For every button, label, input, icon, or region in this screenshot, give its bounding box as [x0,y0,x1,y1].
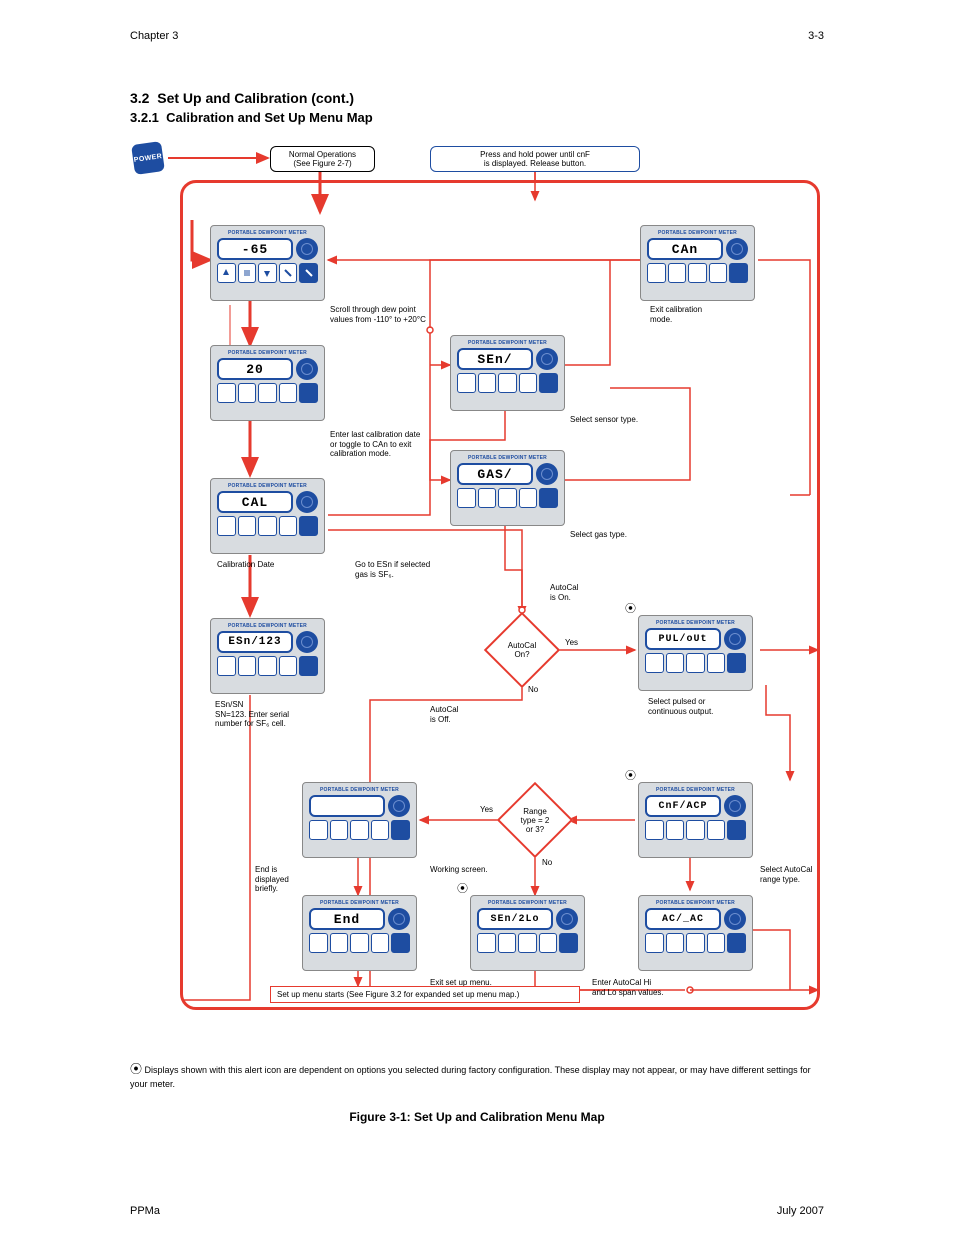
hold-power-box: Press and hold power until cnF is displa… [430,146,640,172]
device-value-20: PORTABLE DEWPOINT METER 20 [210,345,325,421]
device-dewpoint-display: PORTABLE DEWPOINT METER -65 [210,225,325,301]
alert-icon: ⦿ [625,767,636,783]
dial-icon [388,908,410,930]
footer-left: PPMa [130,1205,160,1217]
dial-icon [296,491,318,513]
device-can: PORTABLE DEWPOINT METER CAn [640,225,755,301]
lcd: ESn/123 [217,631,293,653]
device-esn: PORTABLE DEWPOINT METER ESn/123 [210,618,325,694]
device-sen-2lo: PORTABLE DEWPOINT METER SEn/2Lo [470,895,585,971]
power-button[interactable]: POWER [131,141,165,175]
dial-icon [726,238,748,260]
diagram-canvas: POWER Normal Operations (See Figure 2-7)… [130,140,825,1040]
label-exit-cal: Exit calibration mode. [650,305,702,324]
label-go-esn: Go to ESn if selected gas is SF₆. [355,560,430,579]
dial-icon [724,628,746,650]
label-last-cal: Enter last calibration date or toggle to… [330,430,420,459]
lcd: GAS/ [457,463,533,485]
lcd: -65 [217,238,293,260]
alert-icon: ⦿ [130,1062,142,1076]
label-esn-sn: ESn/SN SN=123. Enter serial number for S… [215,700,289,729]
dial-icon [724,908,746,930]
page-number-top: 3-3 [808,30,824,42]
label-cal-date: Calibration Date [217,560,274,570]
figure-caption: Figure 3-1: Set Up and Calibration Menu … [0,1110,954,1124]
lcd: CAL [217,491,293,513]
meter-button[interactable] [217,263,236,283]
chapter-label: Chapter 3 [130,30,178,42]
footnote: ⦿ Displays shown with this alert icon ar… [130,1060,820,1092]
dial-icon [296,358,318,380]
lcd: AC/_AC [645,908,721,930]
label-select-gas: Select gas type. [570,530,627,540]
label-yes-2: Yes [480,805,493,815]
dial-icon [724,795,746,817]
meter-button[interactable] [279,263,298,283]
label-select-range: Select AutoCal range type. [760,865,812,884]
subsection-title: 3.2.1 Calibration and Set Up Menu Map [130,110,373,125]
lcd: SEn/2Lo [477,908,553,930]
setup-menu-box: Set up menu starts (See Figure 3.2 for e… [270,986,580,1003]
device-ac-range: PORTABLE DEWPOINT METER AC/_AC [638,895,753,971]
lcd [309,795,385,817]
dial-icon [388,795,410,817]
label-select-sensor: Select sensor type. [570,415,638,425]
page-header: Chapter 3 [130,30,178,42]
device-pulse-output: PORTABLE DEWPOINT METER PUL/oUt [638,615,753,691]
dial-icon [536,463,558,485]
dial-icon [536,348,558,370]
label-no-2: No [542,858,552,868]
device-gas: PORTABLE DEWPOINT METER GAS/ [450,450,565,526]
label-scroll-dp: Scroll through dew point values from -11… [330,305,426,324]
normal-ops-box: Normal Operations (See Figure 2-7) [270,146,375,172]
label-autocal-on: AutoCal is On. [550,583,578,602]
device-end: PORTABLE DEWPOINT METER End [302,895,417,971]
lcd: CAn [647,238,723,260]
lcd: PUL/oUt [645,628,721,650]
meter-button[interactable] [258,263,277,283]
device-sensor: PORTABLE DEWPOINT METER SEn/ [450,335,565,411]
label-no-1: No [528,685,538,695]
alert-icon: ⦿ [457,880,468,896]
lcd: CnF/ACP [645,795,721,817]
dial-icon [296,631,318,653]
lcd: 20 [217,358,293,380]
device-cnf-acp: PORTABLE DEWPOINT METER CnF/ACP [638,782,753,858]
meter-button[interactable] [238,263,257,283]
device-cal: PORTABLE DEWPOINT METER CAL [210,478,325,554]
device-title: PORTABLE DEWPOINT METER [217,230,318,236]
lcd: End [309,908,385,930]
label-autocal-off: AutoCal is Off. [430,705,458,724]
label-working-screen: Working screen. [430,865,488,875]
dial-icon [556,908,578,930]
device-working: PORTABLE DEWPOINT METER [302,782,417,858]
alert-icon: ⦿ [625,600,636,616]
power-label: POWER [133,153,162,164]
section-title: 3.2 Set Up and Calibration (cont.) [130,90,354,106]
label-end: End is displayed briefly. [255,865,289,894]
label-yes-1: Yes [565,638,578,648]
label-select-output: Select pulsed or continuous output. [648,697,713,716]
lcd: SEn/ [457,348,533,370]
label-enter-span: Enter AutoCal Hi and Lo span values. [592,978,664,997]
dial-icon [296,238,318,260]
meter-button-enter[interactable] [299,263,318,283]
footer-right: July 2007 [777,1205,824,1217]
